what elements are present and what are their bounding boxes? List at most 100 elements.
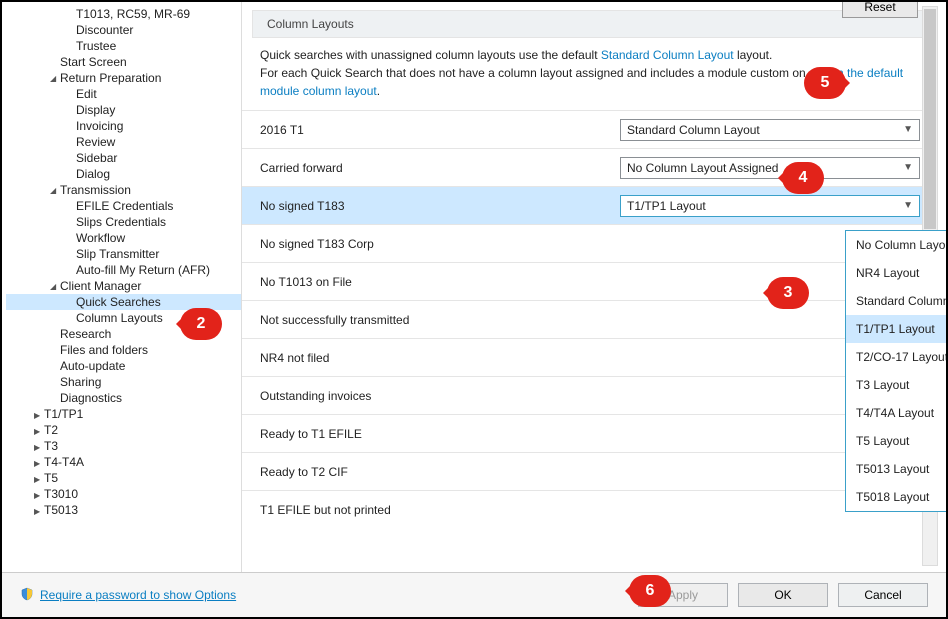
tree-item-label: Trustee bbox=[76, 39, 116, 53]
tree-item-label: Transmission bbox=[60, 183, 131, 197]
options-tree[interactable]: T1013, RC59, MR-69 Discounter TrusteeStart… bbox=[2, 2, 242, 572]
caret-closed-icon[interactable] bbox=[34, 503, 44, 517]
column-layout-select[interactable]: T1/TP1 Layout▼ bbox=[620, 195, 920, 217]
tree-item-label: T2 bbox=[44, 423, 58, 437]
reset-button[interactable]: Reset bbox=[842, 2, 918, 18]
dropdown-option[interactable]: T1/TP1 Layout bbox=[846, 315, 946, 343]
tree-item-label: Sidebar bbox=[76, 151, 117, 165]
tree-item[interactable]: T3 bbox=[6, 438, 241, 454]
select-value: Standard Column Layout bbox=[627, 123, 760, 137]
caret-closed-icon[interactable] bbox=[34, 471, 44, 485]
tree-item[interactable]: Auto-fill My Return (AFR) bbox=[6, 262, 241, 278]
tree-item[interactable]: Dialog bbox=[6, 166, 241, 182]
caret-closed-icon[interactable] bbox=[34, 439, 44, 453]
dropdown-option[interactable]: No Column Layout Assigned bbox=[846, 231, 946, 259]
tree-item[interactable]: Files and folders bbox=[6, 342, 241, 358]
tree-item[interactable]: T1/TP1 bbox=[6, 406, 241, 422]
quick-search-row: Not successfully transmitted bbox=[242, 300, 926, 338]
tree-item-label: Client Manager bbox=[60, 279, 141, 293]
quick-search-label: No signed T183 bbox=[260, 199, 620, 213]
shield-icon bbox=[20, 587, 34, 604]
tree-item-label: Invoicing bbox=[76, 119, 123, 133]
quick-search-row: Outstanding invoices bbox=[242, 376, 926, 414]
caret-open-icon[interactable] bbox=[50, 71, 60, 85]
dropdown-option[interactable]: Standard Column Layout bbox=[846, 287, 946, 315]
tree-item[interactable]: T1013, RC59, MR-69 bbox=[6, 6, 241, 22]
tree-item[interactable]: T2 bbox=[6, 422, 241, 438]
tree-item-label: T5013 bbox=[44, 503, 78, 517]
callout-3: 3 bbox=[767, 277, 809, 309]
caret-closed-icon[interactable] bbox=[34, 423, 44, 437]
caret-open-icon[interactable] bbox=[50, 183, 60, 197]
dropdown-option[interactable]: T5018 Layout bbox=[846, 483, 946, 511]
tree-item[interactable]: Invoicing bbox=[6, 118, 241, 134]
tree-item-label: Discounter bbox=[76, 23, 133, 37]
dropdown-option[interactable]: T3 Layout bbox=[846, 371, 946, 399]
tree-item-label: Return Preparation bbox=[60, 71, 161, 85]
tree-item[interactable]: Sidebar bbox=[6, 150, 241, 166]
tree-item[interactable]: Client Manager bbox=[6, 278, 241, 294]
tree-item-label: T3010 bbox=[44, 487, 78, 501]
quick-search-row: No signed T183T1/TP1 Layout▼ bbox=[242, 186, 926, 224]
tree-item-label: Slip Transmitter bbox=[76, 247, 159, 261]
tree-item[interactable]: Slip Transmitter bbox=[6, 246, 241, 262]
quick-search-row: Ready to T2 CIF bbox=[242, 452, 926, 490]
tree-item[interactable]: Start Screen bbox=[6, 54, 241, 70]
caret-open-icon[interactable] bbox=[50, 279, 60, 293]
chevron-down-icon: ▼ bbox=[903, 162, 913, 173]
dropdown-option[interactable]: T5 Layout bbox=[846, 427, 946, 455]
quick-search-label: Ready to T2 CIF bbox=[260, 465, 926, 479]
caret-closed-icon[interactable] bbox=[34, 455, 44, 469]
quick-search-label: Ready to T1 EFILE bbox=[260, 427, 926, 441]
chevron-down-icon: ▼ bbox=[903, 124, 913, 135]
quick-search-label: No T1013 on File bbox=[260, 275, 926, 289]
quick-search-label: Not successfully transmitted bbox=[260, 313, 926, 327]
tree-item[interactable]: T5013 bbox=[6, 502, 241, 518]
quick-search-row: NR4 not filed bbox=[242, 338, 926, 376]
tree-item[interactable]: Auto-update bbox=[6, 358, 241, 374]
tree-item-label: Files and folders bbox=[60, 343, 148, 357]
tree-item-label: Quick Searches bbox=[76, 295, 161, 309]
tree-item-label: EFILE Credentials bbox=[76, 199, 173, 213]
tree-item-label: Column Layouts bbox=[76, 311, 163, 325]
dropdown-option[interactable]: T4/T4A Layout bbox=[846, 399, 946, 427]
caret-closed-icon[interactable] bbox=[34, 407, 44, 421]
tree-item[interactable]: T3010 bbox=[6, 486, 241, 502]
tree-item[interactable]: Review bbox=[6, 134, 241, 150]
quick-search-label: NR4 not filed bbox=[260, 351, 926, 365]
tree-item-label: T1013, RC59, MR-69 bbox=[76, 7, 190, 21]
dropdown-option[interactable]: NR4 Layout bbox=[846, 259, 946, 287]
quick-search-row: No T1013 on File bbox=[242, 262, 926, 300]
quick-search-row: 2016 T1 Standard Column Layout ▼ bbox=[242, 110, 926, 148]
caret-closed-icon[interactable] bbox=[34, 487, 44, 501]
cancel-button[interactable]: Cancel bbox=[838, 583, 928, 607]
quick-search-row: No signed T183 Corp bbox=[242, 224, 926, 262]
tree-item[interactable]: Transmission bbox=[6, 182, 241, 198]
tree-item[interactable]: Discounter bbox=[6, 22, 241, 38]
tree-item[interactable]: Edit bbox=[6, 86, 241, 102]
tree-item[interactable]: T4-T4A bbox=[6, 454, 241, 470]
require-password-link[interactable]: Require a password to show Options bbox=[40, 588, 236, 602]
column-layout-dropdown[interactable]: No Column Layout AssignedNR4 LayoutStand… bbox=[845, 230, 946, 512]
tree-item-label: Review bbox=[76, 135, 115, 149]
tree-item[interactable]: Return Preparation bbox=[6, 70, 241, 86]
dropdown-option[interactable]: T2/CO-17 Layout bbox=[846, 343, 946, 371]
tree-item[interactable]: Trustee bbox=[6, 38, 241, 54]
tree-item[interactable]: T5 bbox=[6, 470, 241, 486]
ok-button[interactable]: OK bbox=[738, 583, 828, 607]
column-layout-select[interactable]: Standard Column Layout ▼ bbox=[620, 119, 920, 141]
chevron-down-icon: ▼ bbox=[903, 200, 913, 211]
tree-item-label: Auto-fill My Return (AFR) bbox=[76, 263, 210, 277]
standard-column-layout-link[interactable]: Standard Column Layout bbox=[601, 48, 734, 62]
tree-item-label: Research bbox=[60, 327, 111, 341]
quick-search-label: No signed T183 Corp bbox=[260, 237, 926, 251]
tree-item[interactable]: EFILE Credentials bbox=[6, 198, 241, 214]
tree-item[interactable]: Diagnostics bbox=[6, 390, 241, 406]
tree-item[interactable]: Workflow bbox=[6, 230, 241, 246]
dropdown-option[interactable]: T5013 Layout bbox=[846, 455, 946, 483]
quick-search-label: 2016 T1 bbox=[260, 123, 620, 137]
tree-item[interactable]: Sharing bbox=[6, 374, 241, 390]
tree-item[interactable]: Slips Credentials bbox=[6, 214, 241, 230]
callout-4: 4 bbox=[782, 162, 824, 194]
tree-item[interactable]: Display bbox=[6, 102, 241, 118]
